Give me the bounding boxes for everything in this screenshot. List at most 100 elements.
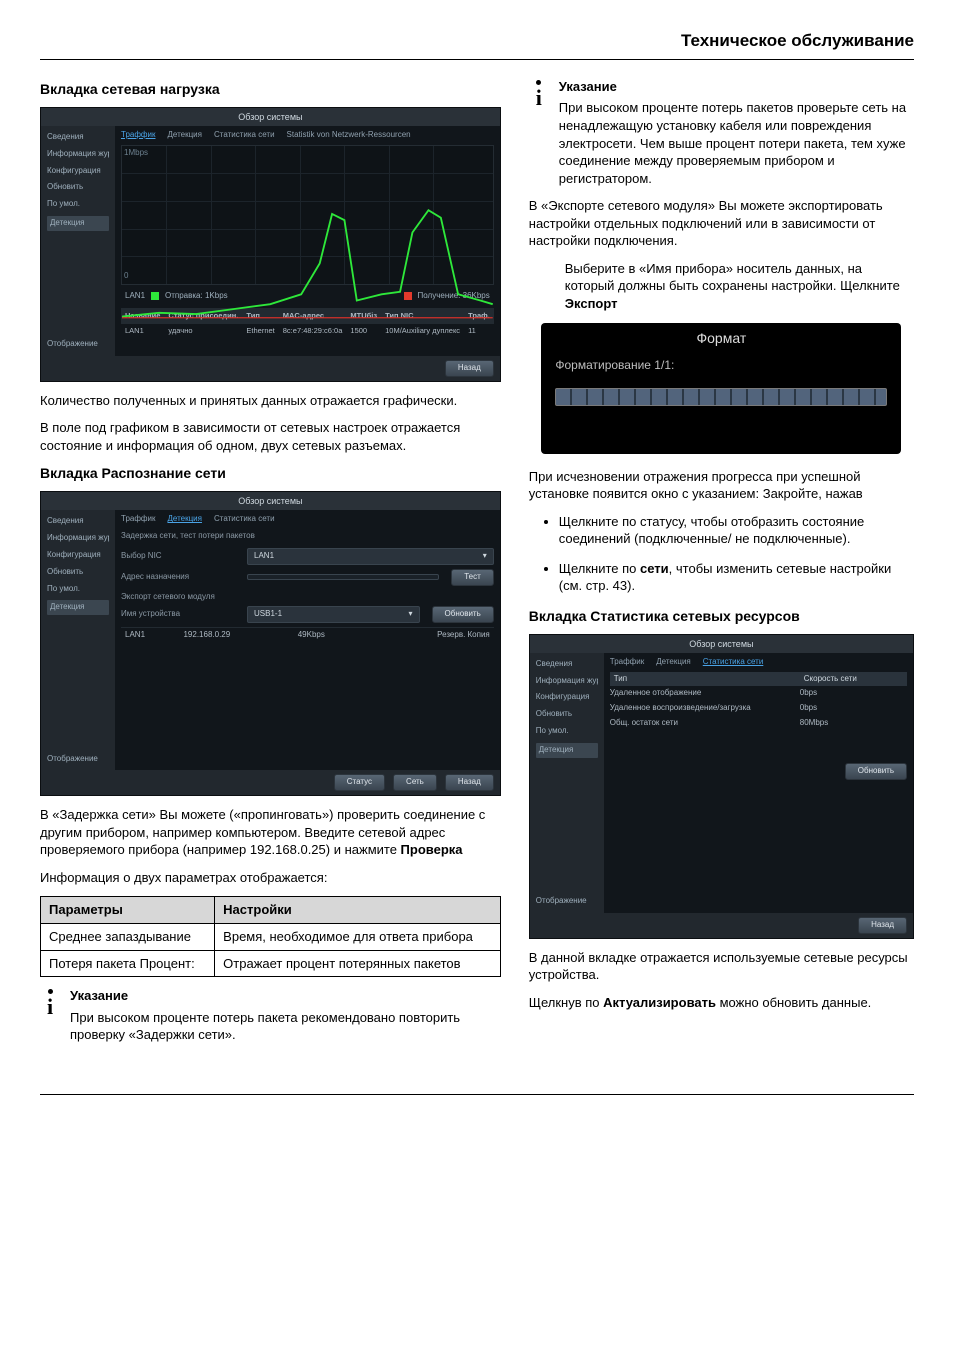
net-button[interactable]: Сеть [393,774,437,791]
stats-row: Удаленное отображение0bps [610,686,907,701]
td: 49Kbps [294,628,367,643]
th-settings: Настройки [215,897,501,924]
shot-sidebar: Сведения Информация журнала Конфигурация… [41,510,115,770]
list-item: Щелкните по сети, чтобы изменить сетевые… [559,560,914,595]
sidebar-footer[interactable]: Отображение [47,754,109,765]
stats-col1: Тип [614,674,784,685]
sidebar-item[interactable]: Сведения [536,659,598,670]
td: LAN1 [121,323,164,338]
td: Среднее запаздывание [41,923,215,950]
detect-subtitle: Задержка сети, тест потери пакетов [121,531,494,542]
tab-traffic[interactable]: Траффик [121,514,155,525]
tab-resstats[interactable]: Statistik von Netzwerk-Ressourcen [287,130,411,141]
nic-select[interactable]: LAN1▾ [247,548,494,565]
list-item: Щелкните по статусу, чтобы отобразить со… [559,513,914,548]
dev-label: Имя устройства [121,609,241,620]
td: Резерв. Копия [367,628,494,643]
shot-sidebar: Сведения Информация журнала Конфигурация… [41,126,115,356]
traffic-desc-2: В поле под графиком в зависимости от сет… [40,419,501,454]
tab-traffic[interactable]: Траффик [121,130,155,141]
sidebar-item[interactable]: Информация журнала [47,149,109,160]
sidebar-item[interactable]: По умол. [536,726,598,737]
screenshot-stats: Обзор системы Сведения Информация журнал… [529,634,914,939]
nic-label: Выбор NIC [121,551,241,562]
chevron-down-icon: ▾ [409,609,413,620]
tab-detect[interactable]: Детекция [656,657,691,668]
sidebar-item-selected[interactable]: Детекция [536,743,598,758]
progress-bar [555,388,887,406]
bullet-list: Щелкните по статусу, чтобы отобразить со… [529,513,914,595]
tab-detect[interactable]: Детекция [167,514,202,525]
sidebar-item[interactable]: Обновить [47,182,109,193]
tab-traffic[interactable]: Траффик [610,657,644,668]
status-button[interactable]: Статус [334,774,385,791]
traffic-desc-1: Количество полученных и принятых данных … [40,392,501,410]
format-label: Форматирование 1/1: [541,357,901,381]
left-column: Вкладка сетевая нагрузка Обзор системы С… [40,78,501,1054]
shot-window-title: Обзор системы [41,492,500,510]
td: Ethernet [242,323,278,338]
sidebar-item[interactable]: Информация журнала [536,676,598,687]
shot-main: Траффик Детекция Статистика сети Тип Ско… [604,653,913,913]
td: 10M/Auxiliary дуплекс [381,323,464,338]
stats-header: Тип Скорость сети [610,672,907,687]
tab-stats[interactable]: Статистика сети [214,514,275,525]
note-body: При высоком проценте потерь пакетов пров… [559,99,914,187]
traffic-chart: 1Mbps 0 [121,145,494,285]
shot-window-title: Обзор системы [530,635,913,653]
td: LAN1 [121,628,179,643]
export-label: Экспорт сетевого модуля [121,592,494,603]
chart-y-label: 1Mbps [124,148,148,159]
dev-select[interactable]: USB1-1▾ [247,606,420,623]
info-icon: i [40,989,60,1044]
note-block: i Указание При высоком проценте потерь п… [40,987,501,1044]
sidebar-item[interactable]: По умол. [47,584,109,595]
sidebar-footer[interactable]: Отображение [47,339,109,350]
header-rule [40,59,914,60]
stats-desc-2: Щелкнув по Актуализировать можно обновит… [529,994,914,1012]
sidebar-item[interactable]: Обновить [47,567,109,578]
chevron-down-icon: ▾ [483,551,487,562]
detect-desc: В «Задержка сети» Вы можете («пропингова… [40,806,501,859]
tab-stats[interactable]: Статистика сети [703,657,764,668]
back-button[interactable]: Назад [445,774,494,791]
test-button[interactable]: Тест [451,569,494,586]
right-column: i Указание При высоком проценте потерь п… [529,78,914,1021]
td: удачно [164,323,242,338]
after-format: При исчезновении отражения прогресса при… [529,468,914,503]
refresh-button[interactable]: Обновить [845,763,907,780]
page-header: Техническое обслуживание [40,30,914,53]
sidebar-item[interactable]: Конфигурация [47,166,109,177]
sidebar-item-selected[interactable]: Детекция [47,216,109,231]
refresh-button[interactable]: Обновить [432,606,494,623]
note-body: При высоком проценте потерь пакета реком… [70,1009,501,1044]
sidebar-footer[interactable]: Отображение [536,896,598,907]
sidebar-item[interactable]: Конфигурация [536,692,598,703]
td: 192.168.0.29 [179,628,293,643]
screenshot-detection: Обзор системы Сведения Информация журнал… [40,491,501,796]
back-button[interactable]: Назад [858,917,907,934]
screenshot-traffic: Обзор системы Сведения Информация журнал… [40,107,501,382]
info-icon: i [529,80,549,187]
back-button[interactable]: Назад [445,360,494,377]
shot-window-title: Обзор системы [41,108,500,126]
sidebar-item[interactable]: Обновить [536,709,598,720]
section-detect-title: Вкладка Распознание сети [40,464,501,483]
sidebar-item-selected[interactable]: Детекция [47,600,109,615]
shot-tabs: Траффик Детекция Статистика сети Statist… [121,130,494,141]
addr-input[interactable] [247,574,439,580]
stats-col2: Скорость сети [804,674,857,685]
note-title: Указание [70,987,501,1005]
td: 11 [464,323,494,338]
tab-stats[interactable]: Статистика сети [214,130,275,141]
sidebar-item[interactable]: По умол. [47,199,109,210]
format-dialog: Формат Форматирование 1/1: [541,323,901,454]
td: 8c:e7:48:29:c6:0a [279,323,347,338]
sidebar-item[interactable]: Сведения [47,132,109,143]
sidebar-item[interactable]: Информация журнала [47,533,109,544]
tab-detect[interactable]: Детекция [167,130,202,141]
footer-rule [40,1094,914,1095]
sidebar-item[interactable]: Сведения [47,516,109,527]
chart-zero: 0 [124,271,128,282]
sidebar-item[interactable]: Конфигурация [47,550,109,561]
